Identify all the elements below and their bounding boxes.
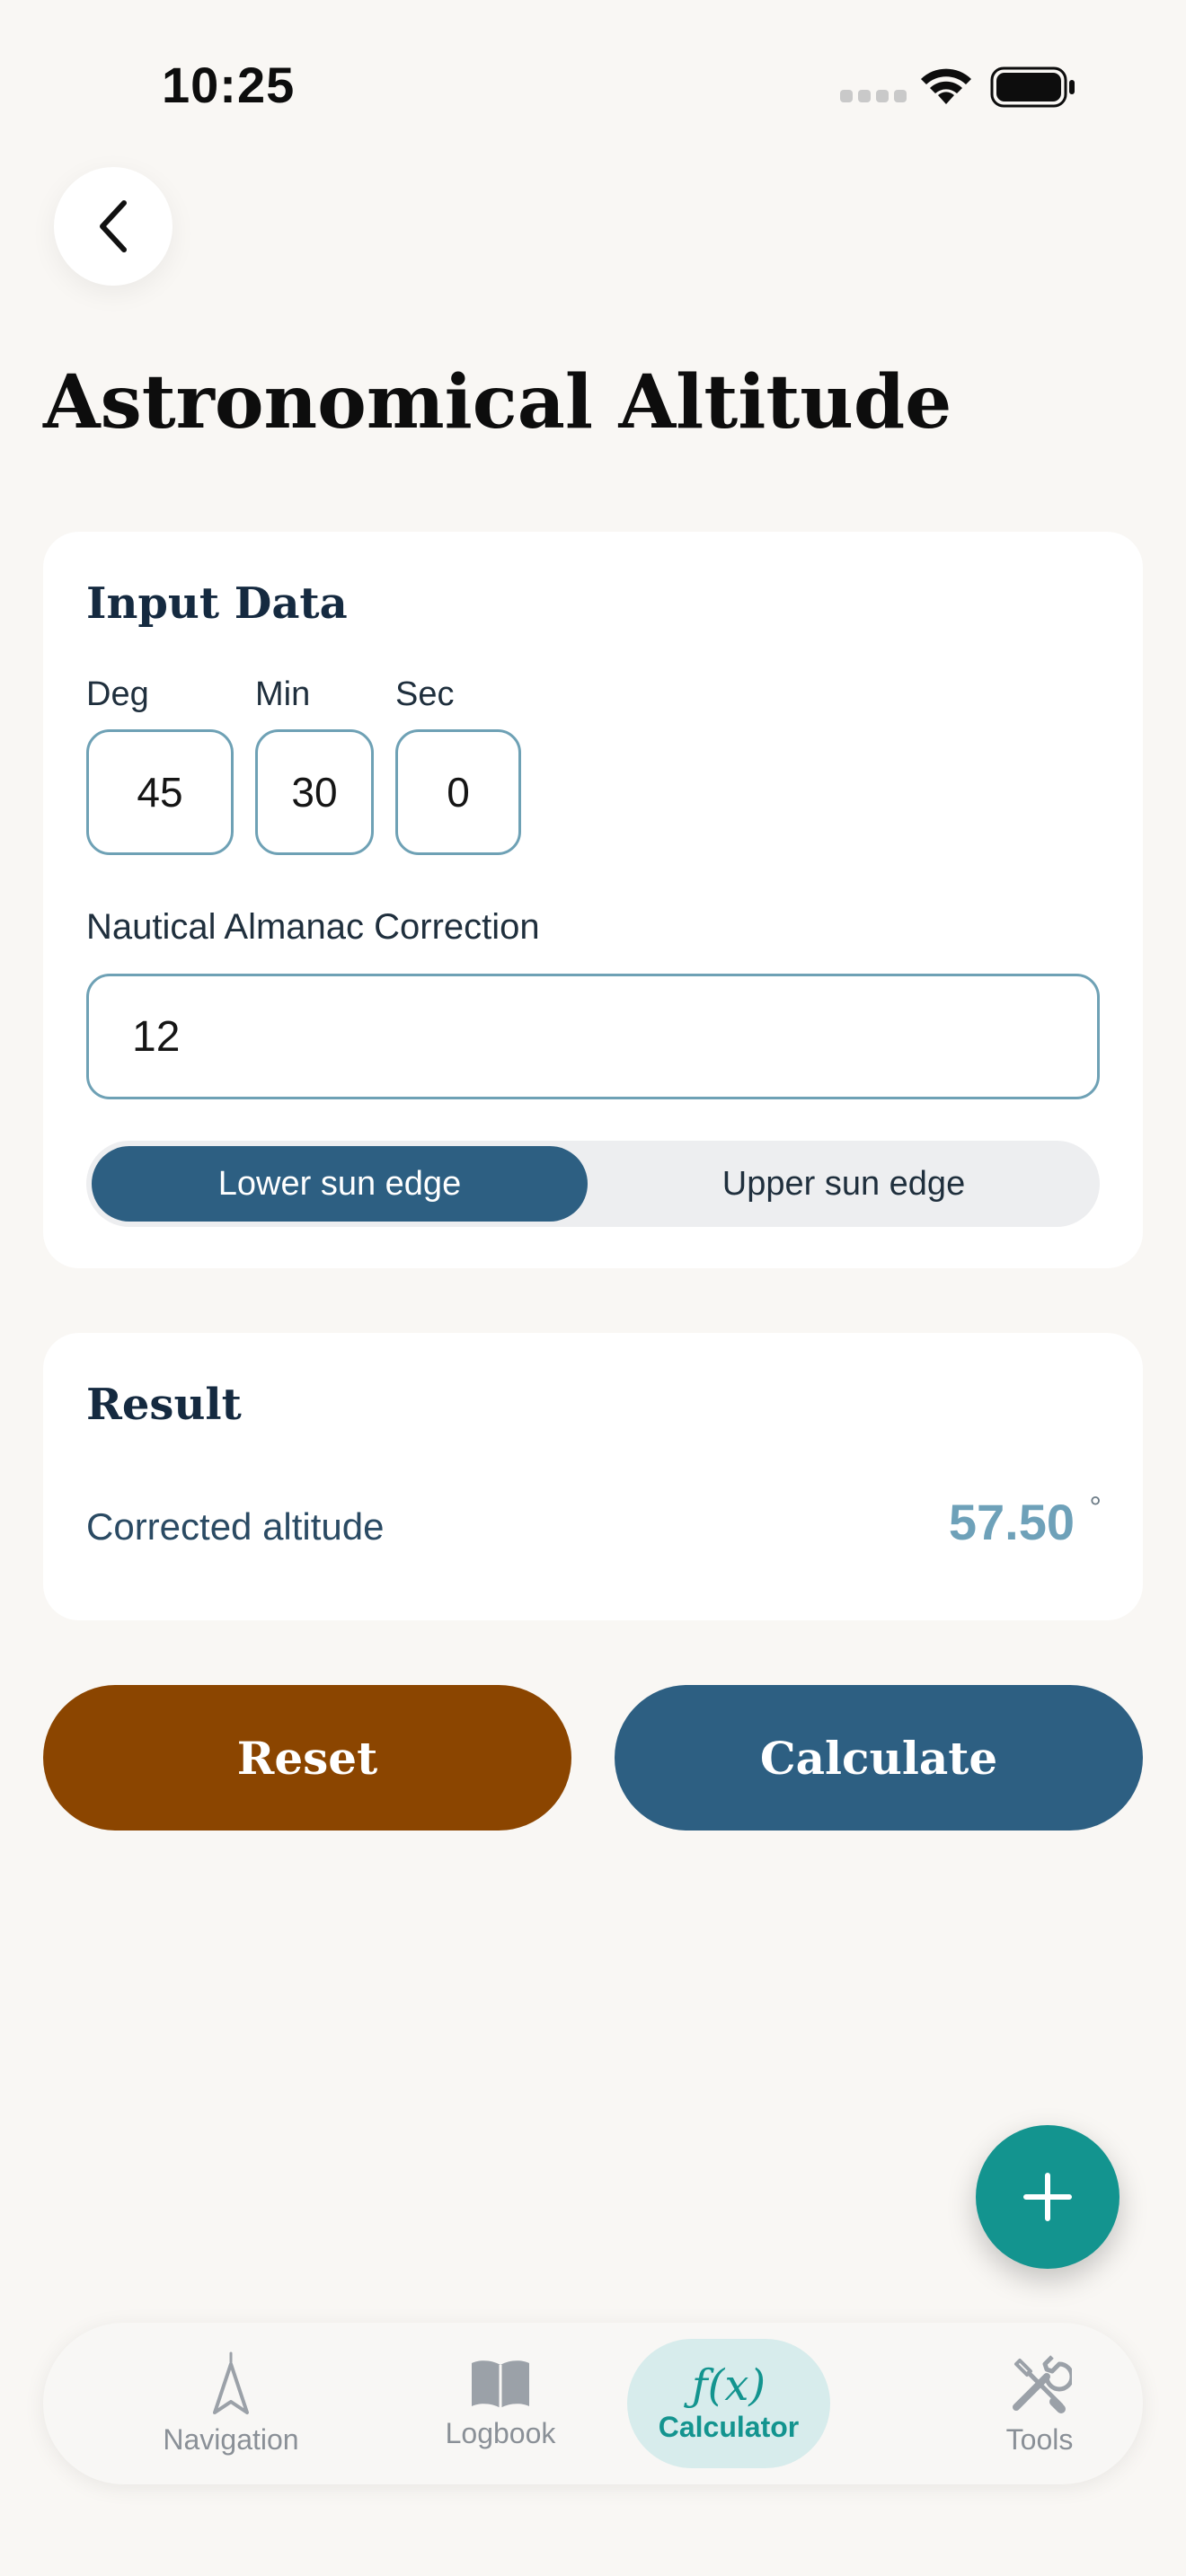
page-title: Astronomical Altitude xyxy=(43,359,952,446)
cellular-signal-icon xyxy=(840,90,912,107)
tab-tools[interactable]: Tools xyxy=(938,2323,1141,2484)
sec-input[interactable]: 0 xyxy=(395,729,521,855)
input-data-card: Input Data Deg Min Sec 45 30 0 Nautical … xyxy=(43,532,1143,1268)
book-icon xyxy=(472,2360,529,2408)
tab-label: Calculator xyxy=(658,2410,800,2443)
correction-label: Nautical Almanac Correction xyxy=(86,907,540,947)
add-button[interactable] xyxy=(976,2125,1120,2269)
tab-calculator[interactable]: ƒ(x) Calculator xyxy=(627,2339,830,2468)
tools-icon xyxy=(1013,2354,1072,2413)
corrected-altitude-label: Corrected altitude xyxy=(86,1505,385,1548)
sec-label: Sec xyxy=(395,675,455,713)
reset-button[interactable]: Reset xyxy=(43,1685,571,1831)
chevron-left-icon xyxy=(100,200,127,252)
min-label: Min xyxy=(255,675,311,713)
wifi-icon xyxy=(921,68,971,104)
calculate-button[interactable]: Calculate xyxy=(615,1685,1143,1831)
min-input[interactable]: 30 xyxy=(255,729,374,855)
tab-label: Tools xyxy=(1005,2422,1074,2456)
degree-unit: ° xyxy=(1089,1491,1102,1525)
bottom-tab-bar: Navigation Logbook ƒ(x) Calculator Tools xyxy=(43,2323,1143,2484)
back-button[interactable] xyxy=(54,167,173,286)
result-card: Result Corrected altitude 57.50 ° xyxy=(43,1333,1143,1620)
plus-icon xyxy=(1023,2173,1072,2221)
deg-input[interactable]: 45 xyxy=(86,729,234,855)
segment-lower-sun-edge[interactable]: Lower sun edge xyxy=(92,1146,588,1222)
status-time: 10:25 xyxy=(162,57,296,113)
result-card-title: Result xyxy=(86,1380,242,1430)
battery-icon xyxy=(990,66,1075,108)
corrected-altitude-value: 57.50 xyxy=(948,1494,1075,1550)
input-card-title: Input Data xyxy=(86,578,348,629)
tab-label: Logbook xyxy=(445,2416,556,2449)
navigation-arrow-icon xyxy=(213,2351,249,2414)
correction-input[interactable]: 12 xyxy=(86,974,1100,1099)
tab-label: Navigation xyxy=(163,2422,299,2456)
deg-label: Deg xyxy=(86,675,149,713)
sun-edge-segmented-control: Lower sun edge Upper sun edge xyxy=(86,1141,1100,1227)
status-bar: 10:25 xyxy=(0,0,1186,180)
function-icon: ƒ(x) xyxy=(691,2360,766,2411)
tab-logbook[interactable]: Logbook xyxy=(399,2323,602,2484)
segment-upper-sun-edge[interactable]: Upper sun edge xyxy=(593,1146,1094,1222)
tab-navigation[interactable]: Navigation xyxy=(129,2323,332,2484)
